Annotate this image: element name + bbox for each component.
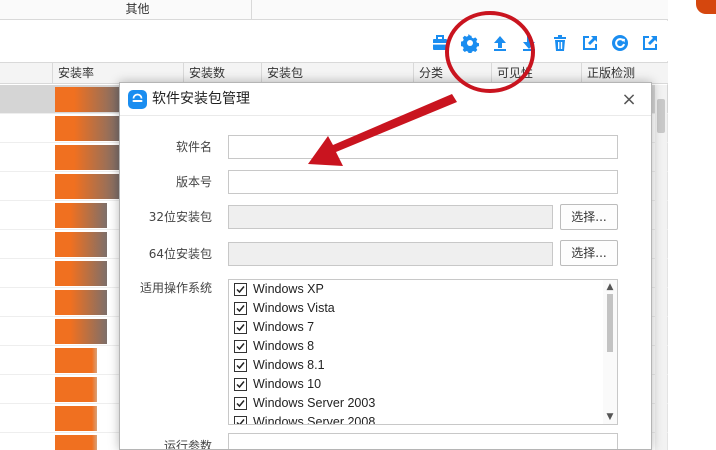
checkbox[interactable] xyxy=(234,340,247,353)
os-label: 适用操作系统 xyxy=(139,281,212,295)
install-rate-bar xyxy=(55,290,107,315)
column-visibility[interactable]: 可见性 xyxy=(491,63,581,84)
run-params-label: 运行参数 xyxy=(163,439,212,450)
share-icon[interactable] xyxy=(640,33,660,53)
grid-scrollbar[interactable] xyxy=(655,85,667,450)
os-list-scroll-thumb[interactable] xyxy=(607,294,613,352)
install-rate-bar xyxy=(55,145,119,170)
column-package[interactable]: 安装包 xyxy=(261,63,413,84)
toolbar xyxy=(0,21,668,61)
grid-scrollbar-thumb[interactable] xyxy=(657,99,665,133)
grid-header: 安装率 安装数 安装包 分类 可见性 正版检测 xyxy=(0,62,668,84)
package-manager-dialog: 软件安装包管理 × 软件名 版本号 32位安装包 选择... 64位安装包 选择… xyxy=(119,82,652,450)
install-rate-bar xyxy=(55,435,97,450)
os-item-label: Windows Server 2003 xyxy=(253,396,376,410)
install-rate-bar xyxy=(55,261,107,286)
checkbox[interactable] xyxy=(234,378,247,391)
pkg64-browse-button[interactable]: 选择... xyxy=(560,240,618,266)
os-item-label: Windows 10 xyxy=(253,377,322,391)
version-label: 版本号 xyxy=(175,175,212,189)
pkg64-path-field xyxy=(228,242,553,266)
install-rate-bar xyxy=(55,203,107,228)
export-icon[interactable] xyxy=(580,33,600,53)
os-item-label: Windows Server 2008 xyxy=(253,415,376,425)
pkg32-label: 32位安装包 xyxy=(148,210,212,224)
scroll-down-icon[interactable]: ▼ xyxy=(603,410,617,424)
os-list-scrollbar[interactable]: ▲ ▼ xyxy=(603,280,617,424)
os-item-label: Windows Vista xyxy=(253,301,335,315)
install-rate-bar xyxy=(55,116,119,141)
app-logo-icon xyxy=(128,90,147,109)
close-icon[interactable]: × xyxy=(616,89,642,111)
software-name-input[interactable] xyxy=(228,135,618,159)
os-item-label: Windows XP xyxy=(253,282,324,296)
upload-icon[interactable] xyxy=(490,33,510,53)
tab-bar: 其他 xyxy=(0,0,668,20)
column-category[interactable]: 分类 xyxy=(413,63,491,84)
package-icon[interactable] xyxy=(430,33,450,53)
side-app-thumbnail xyxy=(696,0,716,14)
trash-icon[interactable] xyxy=(550,33,570,53)
tab-other[interactable]: 其他 xyxy=(24,0,252,20)
refresh-icon[interactable] xyxy=(610,33,630,53)
column-license-check[interactable]: 正版检测 xyxy=(581,63,668,84)
checkbox[interactable] xyxy=(234,321,247,334)
gear-icon[interactable] xyxy=(460,33,480,53)
install-rate-bar xyxy=(55,406,97,431)
install-rate-bar xyxy=(55,87,119,112)
checkbox[interactable] xyxy=(234,283,247,296)
install-rate-bar xyxy=(55,174,119,199)
download-icon[interactable] xyxy=(519,33,539,53)
checkbox[interactable] xyxy=(234,302,247,315)
column-install-rate[interactable]: 安装率 xyxy=(52,63,183,84)
version-input[interactable] xyxy=(228,170,618,194)
pkg32-browse-button[interactable]: 选择... xyxy=(560,204,618,230)
os-checklist: Windows XP Windows Vista Windows 7 Windo… xyxy=(228,279,618,425)
install-rate-bar xyxy=(55,319,107,344)
os-item-label: Windows 7 xyxy=(253,320,315,334)
scroll-up-icon[interactable]: ▲ xyxy=(603,280,617,294)
run-params-input[interactable] xyxy=(228,433,618,449)
dialog-title: 软件安装包管理 xyxy=(152,91,250,107)
os-item-label: Windows 8 xyxy=(253,339,315,353)
software-name-label: 软件名 xyxy=(175,140,212,154)
pkg64-label: 64位安装包 xyxy=(148,247,212,261)
os-item-label: Windows 8.1 xyxy=(253,358,325,372)
install-rate-bar xyxy=(55,377,97,402)
checkbox[interactable] xyxy=(234,359,247,372)
install-rate-bar xyxy=(55,348,97,373)
install-rate-bar xyxy=(55,232,107,257)
dialog-titlebar[interactable]: 软件安装包管理 × xyxy=(120,83,651,116)
pkg32-path-field xyxy=(228,205,553,229)
checkbox[interactable] xyxy=(234,416,247,424)
column-install-count[interactable]: 安装数 xyxy=(183,63,261,84)
checkbox[interactable] xyxy=(234,397,247,410)
